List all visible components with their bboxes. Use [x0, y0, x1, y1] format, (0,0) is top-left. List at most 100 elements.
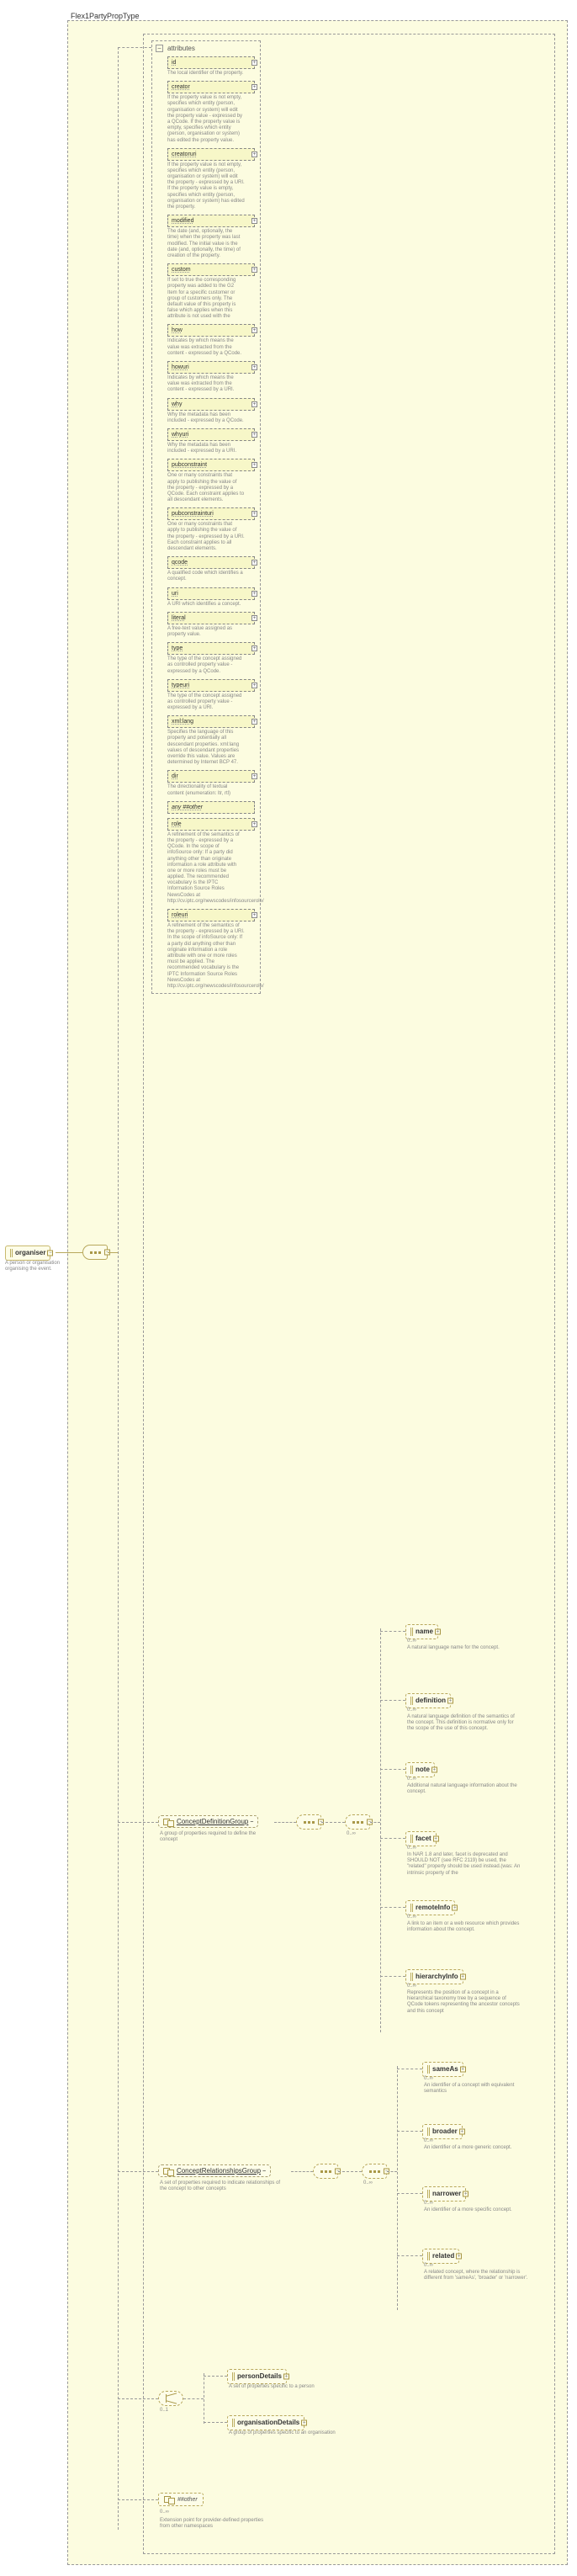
connector	[321, 1822, 345, 1823]
element-expand-icon[interactable]: +	[447, 1698, 453, 1704]
element-name[interactable]: name+	[405, 1624, 438, 1639]
element-name: narrower	[432, 2190, 461, 2197]
group-icon	[163, 1819, 173, 1825]
element-expand-icon[interactable]: +	[459, 2129, 465, 2135]
attribute-name: why	[172, 401, 182, 407]
attr-expand-icon[interactable]: +	[251, 719, 257, 725]
type-header: Flex1PartyPropType	[71, 12, 140, 20]
any-label: ##other	[177, 2497, 198, 2503]
details-choice[interactable]	[158, 2391, 183, 2406]
attribute-desc: Specifies the language of this property …	[167, 730, 245, 766]
attribute-howuri[interactable]: howuri +	[167, 361, 255, 374]
attr-expand-icon[interactable]: +	[251, 683, 257, 688]
crg-sequence-inner[interactable]: −	[362, 2164, 387, 2179]
attribute-typeuri[interactable]: typeuri+	[167, 679, 255, 692]
element-expand-icon[interactable]: +	[283, 2374, 289, 2380]
attribute-qcode[interactable]: qcode+	[167, 556, 255, 569]
cdg-expand-icon[interactable]: −	[250, 1819, 253, 1825]
attribute-xml-lang[interactable]: xml:lang+	[167, 715, 255, 728]
connector	[108, 1252, 118, 1253]
element-expand-icon[interactable]: +	[435, 1629, 441, 1635]
main-sequence[interactable]: −	[82, 1245, 108, 1260]
element-organisationDetails[interactable]: organisationDetails+	[227, 2415, 304, 2430]
attribute-pubconstraint[interactable]: pubconstraint+	[167, 459, 255, 471]
cdg-sequence-inner[interactable]: −	[345, 1814, 370, 1830]
attr-expand-icon[interactable]: +	[251, 645, 257, 651]
attribute-type[interactable]: type+	[167, 642, 255, 655]
crg-sequence[interactable]: −	[313, 2164, 338, 2179]
attr-expand-icon[interactable]: +	[251, 327, 257, 333]
element-hierarchyInfo[interactable]: hierarchyInfo+	[405, 1969, 463, 1984]
element-remoteInfo[interactable]: remoteInfo+	[405, 1900, 455, 1915]
crg-expand-icon[interactable]: −	[262, 2169, 266, 2175]
attribute-creator[interactable]: creator+	[167, 81, 255, 93]
attribute-name: whyuri	[172, 432, 188, 438]
root-expand-icon[interactable]: −	[47, 1251, 53, 1256]
attribute-desc: The directionality of textual content (e…	[167, 784, 245, 796]
connector	[380, 1907, 405, 1908]
root-desc: A person or organisation organising the …	[5, 1261, 66, 1272]
attr-expand-icon[interactable]: +	[251, 151, 257, 157]
attribute-any---other[interactable]: any ##other	[167, 801, 255, 814]
attr-expand-icon[interactable]: +	[251, 432, 257, 438]
attr-expand-icon[interactable]: +	[251, 364, 257, 370]
cardinality: 0..∞	[347, 1831, 356, 1836]
attribute-desc: A refinement of the semantics of the pro…	[167, 832, 245, 905]
any-other[interactable]: ##other	[158, 2493, 204, 2506]
element-sameAs[interactable]: sameAs+	[422, 2062, 463, 2077]
element-related[interactable]: related+	[422, 2249, 459, 2264]
element-broader[interactable]: broader+	[422, 2124, 463, 2139]
attribute-modified[interactable]: modified+	[167, 215, 255, 227]
attribute-name: howuri	[172, 364, 189, 370]
attr-expand-icon[interactable]: +	[251, 401, 257, 407]
attr-expand-icon[interactable]: +	[251, 912, 257, 918]
attr-expand-icon[interactable]: +	[251, 511, 257, 517]
element-desc: A group of properties specific to an org…	[229, 2430, 336, 2436]
attribute-uri[interactable]: uri+	[167, 587, 255, 600]
connector	[397, 2255, 422, 2256]
element-facet[interactable]: facet+	[405, 1831, 437, 1846]
element-expand-icon[interactable]: +	[460, 2067, 466, 2073]
attr-expand-icon[interactable]: +	[251, 84, 257, 90]
element-expand-icon[interactable]: +	[463, 2191, 468, 2197]
element-definition[interactable]: definition+	[405, 1693, 451, 1708]
attribute-how[interactable]: how+	[167, 324, 255, 337]
attribute-dir[interactable]: dir+	[167, 770, 255, 783]
attr-expand-icon[interactable]: +	[251, 60, 257, 66]
element-expand-icon[interactable]: +	[460, 1974, 466, 1980]
attr-expand-icon[interactable]: +	[251, 462, 257, 468]
attribute-role[interactable]: role+	[167, 818, 255, 831]
element-name: facet	[416, 1835, 431, 1842]
element-expand-icon[interactable]: +	[456, 2254, 462, 2260]
attribute-whyuri[interactable]: whyuri +	[167, 428, 255, 441]
attr-expand-icon[interactable]: +	[251, 821, 257, 827]
element-expand-icon[interactable]: +	[433, 1836, 439, 1842]
element-expand-icon[interactable]: +	[301, 2420, 307, 2426]
root-element[interactable]: organiser −	[5, 1246, 50, 1261]
attr-expand-icon[interactable]: +	[251, 615, 257, 621]
concept-relationships-group[interactable]: ConceptRelationshipsGroup −	[158, 2164, 271, 2177]
attribute-custom[interactable]: custom+	[167, 263, 255, 276]
cdg-spine	[380, 1628, 381, 2032]
attribute-roleuri[interactable]: roleuri+	[167, 909, 255, 922]
element-expand-icon[interactable]: +	[452, 1905, 458, 1911]
attr-expand-icon[interactable]: +	[251, 591, 257, 597]
element-narrower[interactable]: narrower+	[422, 2186, 466, 2202]
cardinality: 0..∞	[407, 1639, 416, 1644]
diagram-canvas: Flex1PartyPropType organiser − A person …	[0, 0, 577, 2576]
attribute-id[interactable]: id+	[167, 56, 255, 69]
element-note[interactable]: note+	[405, 1762, 435, 1777]
concept-definition-group[interactable]: ConceptDefinitionGroup −	[158, 1815, 258, 1828]
attribute-literal[interactable]: literal+	[167, 612, 255, 624]
connector	[118, 1822, 158, 1823]
attribute-why[interactable]: why +	[167, 398, 255, 411]
attribute-pubconstrainturi[interactable]: pubconstrainturi+	[167, 507, 255, 520]
cdg-sequence[interactable]: −	[296, 1814, 321, 1830]
attr-expand-icon[interactable]: +	[251, 267, 257, 273]
attr-expand-icon[interactable]: +	[251, 218, 257, 224]
attribute-creatoruri[interactable]: creatoruri+	[167, 148, 255, 161]
element-expand-icon[interactable]: +	[431, 1767, 437, 1773]
attr-expand-icon[interactable]: +	[251, 560, 257, 566]
element-personDetails[interactable]: personDetails+	[227, 2369, 287, 2384]
attr-expand-icon[interactable]: +	[251, 773, 257, 779]
